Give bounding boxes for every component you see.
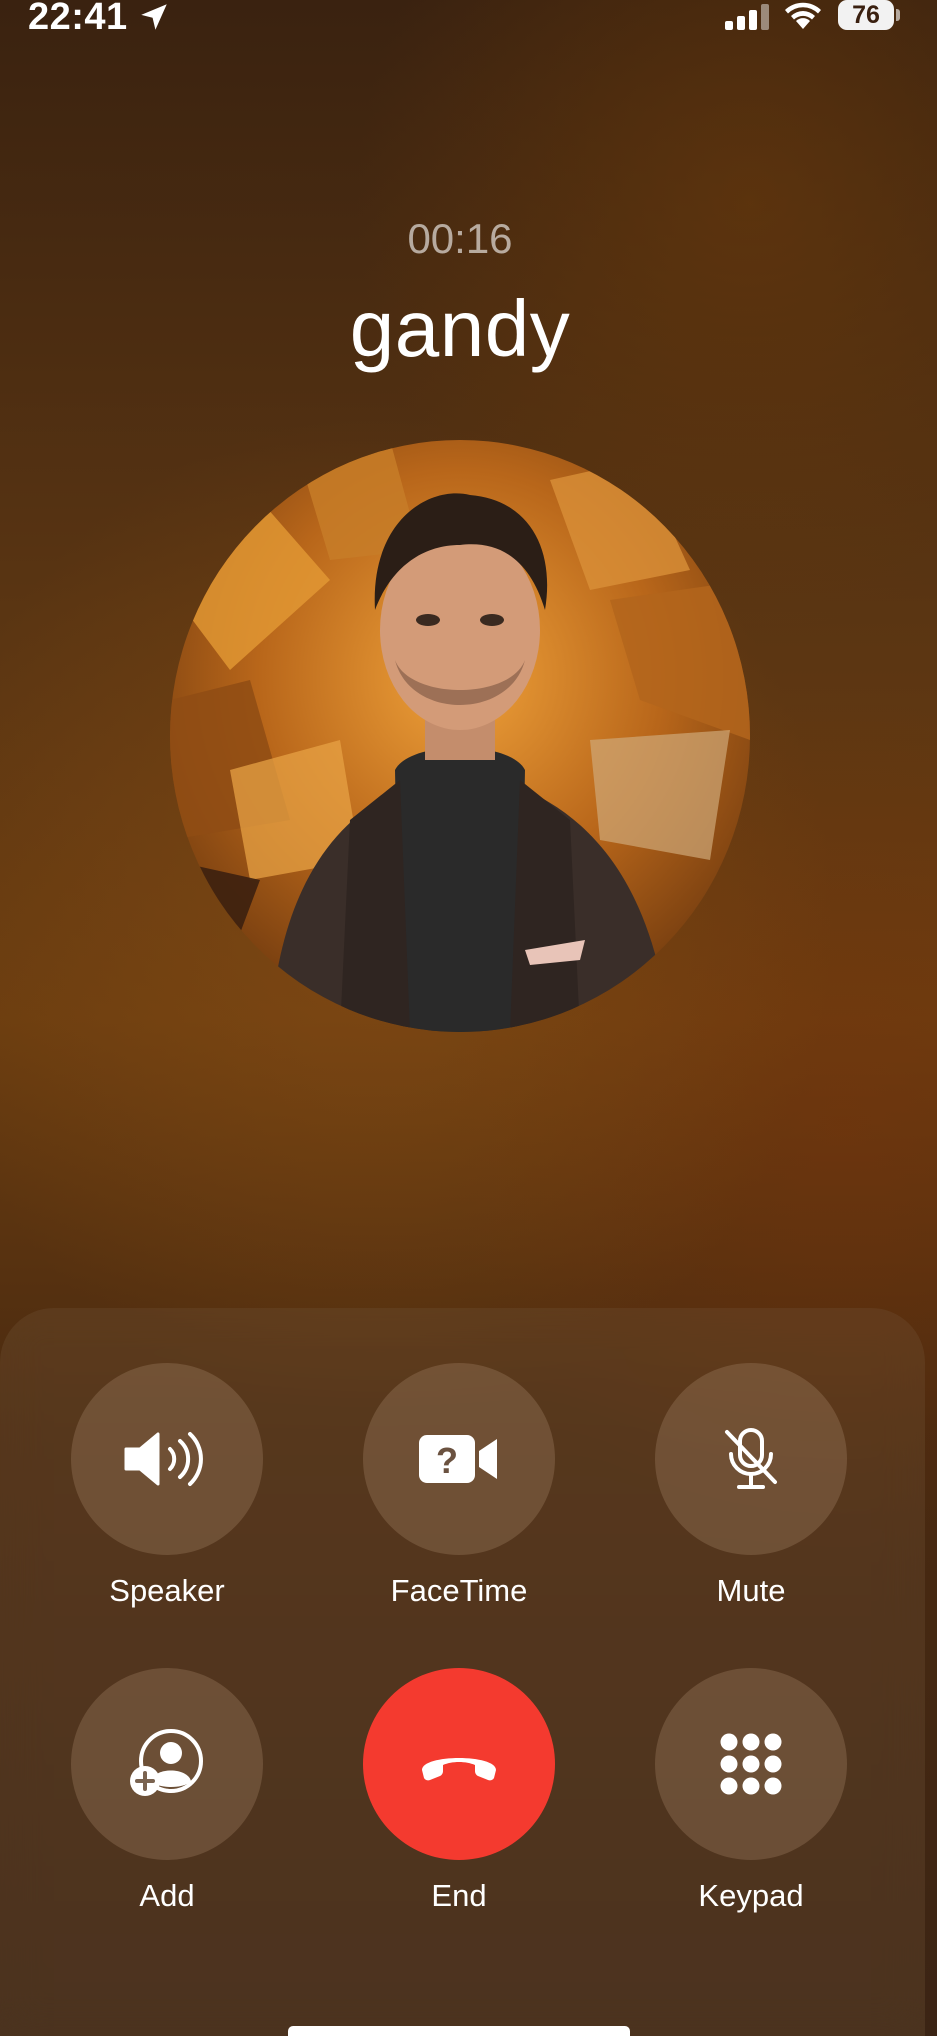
- speaker-button[interactable]: Speaker: [71, 1363, 263, 1609]
- status-bar: 22:41 76: [0, 0, 937, 40]
- keypad-label: Keypad: [698, 1878, 804, 1913]
- call-duration: 00:16: [407, 215, 513, 262]
- svg-text:?: ?: [436, 1440, 458, 1481]
- add-call-button[interactable]: Add: [71, 1668, 263, 1914]
- battery-icon: 76: [838, 0, 900, 30]
- add-label: Add: [139, 1878, 195, 1913]
- end-call-button[interactable]: End: [363, 1668, 555, 1914]
- battery-level: 76: [852, 1, 880, 29]
- speaker-icon: [124, 1432, 203, 1486]
- facetime-button[interactable]: ? FaceTime: [363, 1363, 555, 1609]
- battery-tip: [896, 9, 900, 21]
- mute-label: Mute: [716, 1573, 786, 1608]
- caller-name: gandy: [349, 284, 571, 373]
- add-person-icon: [130, 1729, 203, 1796]
- keypad-icon: [720, 1733, 782, 1795]
- mute-button[interactable]: Mute: [655, 1363, 847, 1609]
- mic-muted-icon: [725, 1428, 777, 1489]
- status-time: 22:41: [28, 0, 128, 38]
- wifi-icon: [785, 2, 821, 29]
- add-call-button-circle[interactable]: [71, 1668, 263, 1860]
- facetime-button-circle[interactable]: ?: [363, 1363, 555, 1555]
- home-indicator[interactable]: [288, 2026, 630, 2036]
- end-call-button-circle[interactable]: [363, 1668, 555, 1860]
- end-call-icon: [422, 1758, 496, 1781]
- speaker-label: Speaker: [109, 1573, 225, 1608]
- mute-button-circle[interactable]: [655, 1363, 847, 1555]
- keypad-button[interactable]: Keypad: [655, 1668, 847, 1914]
- speaker-button-circle[interactable]: [71, 1363, 263, 1555]
- avatar-photo: [170, 440, 750, 1032]
- facetime-unavailable-icon: ?: [419, 1435, 497, 1483]
- cellular-signal-icon: [725, 4, 769, 30]
- caller-avatar: [170, 440, 750, 1032]
- end-label: End: [431, 1878, 487, 1913]
- location-arrow-icon: [141, 4, 167, 30]
- facetime-label: FaceTime: [390, 1573, 528, 1608]
- keypad-button-circle[interactable]: [655, 1668, 847, 1860]
